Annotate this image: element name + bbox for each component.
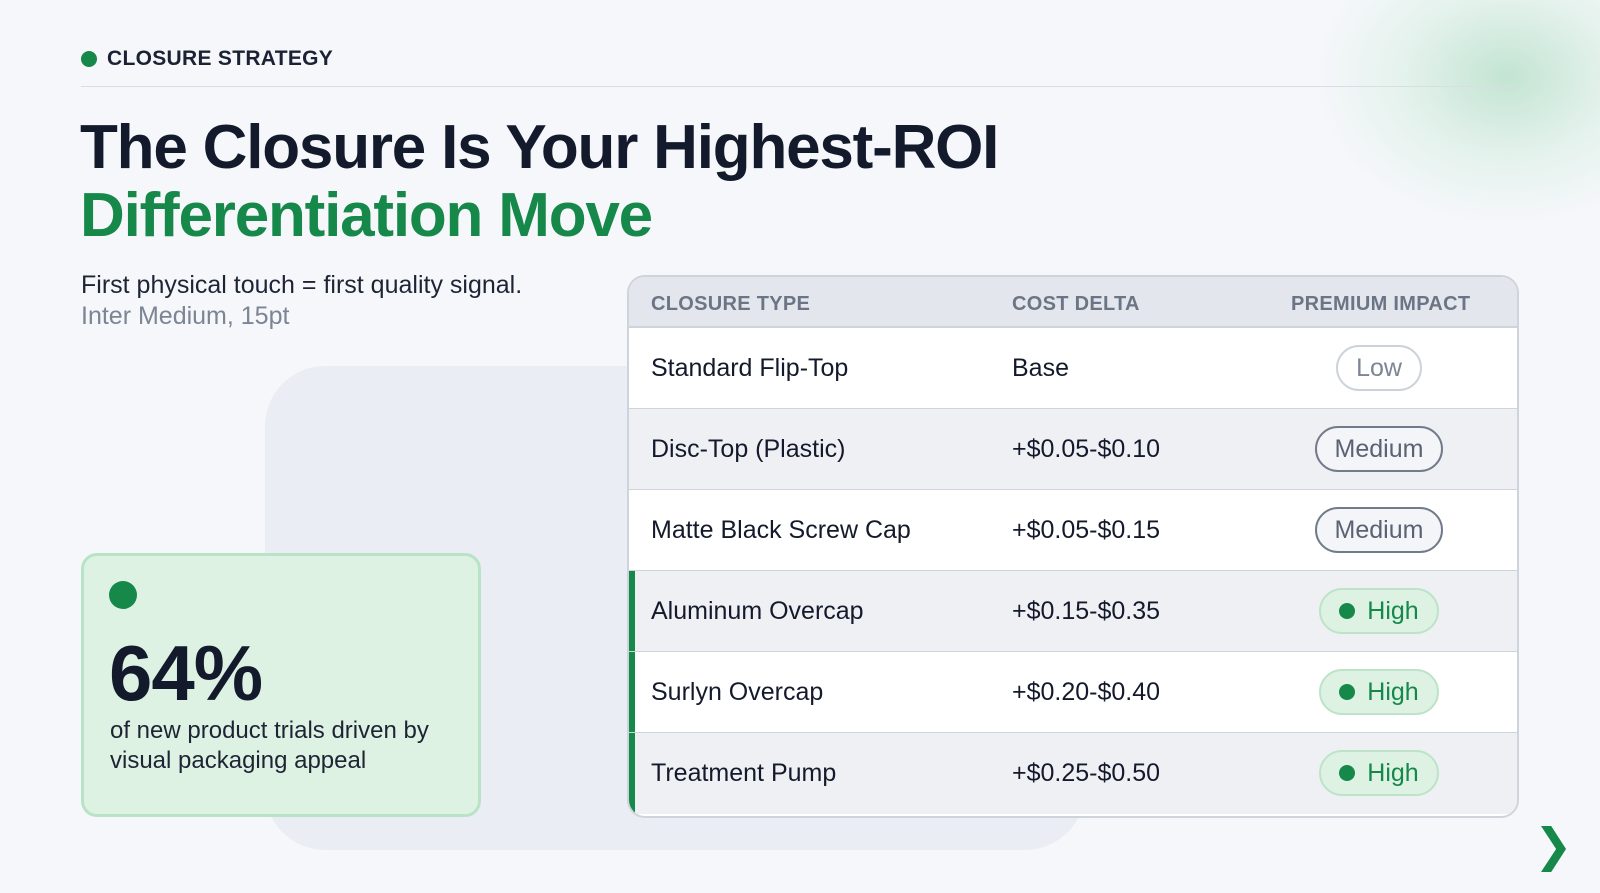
impact-badge: Medium [1314,507,1444,553]
header-closure-type: CLOSURE TYPE [651,293,811,315]
header-divider [81,86,1519,87]
table-header: CLOSURE TYPE COST DELTA PREMIUM IMPACT [629,277,1517,328]
cell-cost-delta: +$0.05-$0.10 [1012,434,1161,463]
slide: CLOSURE STRATEGY The Closure Is Your Hig… [0,0,1600,893]
impact-label: High [1367,596,1419,625]
stat-caption: of new product trials driven by visual p… [110,717,429,774]
page-title: The Closure Is Your Highest-ROI Differen… [80,113,999,250]
cell-cost-delta: Base [1012,353,1069,382]
impact-badge: Low [1336,345,1422,391]
table-row: Aluminum Overcap +$0.15-$0.35 High [629,571,1517,652]
cell-closure-type: Aluminum Overcap [651,596,864,625]
cell-cost-delta: +$0.20-$0.40 [1012,677,1161,706]
high-dot-icon [1339,684,1356,700]
stat-value: 64% [109,629,263,717]
header-cost-delta: COST DELTA [1012,293,1140,315]
impact-badge: High [1319,669,1439,715]
cell-premium-impact: Medium [1279,409,1479,489]
stat-dot-icon [109,581,137,609]
cell-premium-impact: Low [1279,328,1479,408]
cell-premium-impact: Medium [1279,490,1479,570]
chevron-right-icon[interactable]: ❯ [1534,822,1573,868]
impact-label: Medium [1334,434,1424,463]
high-dot-icon [1339,603,1356,619]
impact-label: High [1367,677,1419,706]
eyebrow-label: CLOSURE STRATEGY [107,47,334,70]
cell-cost-delta: +$0.15-$0.35 [1012,596,1161,625]
cell-closure-type: Disc-Top (Plastic) [651,434,846,463]
impact-badge: High [1319,750,1439,796]
table-row: Standard Flip-Top Base Low [629,328,1517,409]
impact-label: Medium [1334,515,1424,544]
table-row: Surlyn Overcap +$0.20-$0.40 High [629,652,1517,733]
table-row: Disc-Top (Plastic) +$0.05-$0.10 Medium [629,409,1517,490]
title-line-2: Differentiation Move [80,181,653,250]
corner-glow [1320,0,1600,220]
cell-closure-type: Treatment Pump [651,758,837,787]
subtitle-line-2: Inter Medium, 15pt [81,302,290,330]
impact-badge: High [1319,588,1439,634]
cell-closure-type: Standard Flip-Top [651,353,849,382]
cell-premium-impact: High [1279,652,1479,732]
cell-premium-impact: High [1279,733,1479,813]
subtitle-line-1: First physical touch = first quality sig… [81,271,523,299]
table-row: Matte Black Screw Cap +$0.05-$0.15 Mediu… [629,490,1517,571]
cell-cost-delta: +$0.25-$0.50 [1012,758,1161,787]
table-row: Treatment Pump +$0.25-$0.50 High [629,733,1517,814]
closure-table: CLOSURE TYPE COST DELTA PREMIUM IMPACT S… [627,275,1519,818]
cell-cost-delta: +$0.05-$0.15 [1012,515,1161,544]
high-dot-icon [1339,765,1356,781]
cell-closure-type: Matte Black Screw Cap [651,515,911,544]
subtitle: First physical touch = first quality sig… [81,270,522,332]
cell-closure-type: Surlyn Overcap [651,677,824,706]
cell-premium-impact: High [1279,571,1479,651]
eyebrow-dot-icon [81,51,97,67]
eyebrow: CLOSURE STRATEGY [81,47,333,71]
impact-label: High [1367,758,1419,787]
impact-label: Low [1356,353,1402,382]
title-line-1: The Closure Is Your Highest-ROI [80,113,999,182]
header-premium-impact: PREMIUM IMPACT [1291,293,1471,315]
impact-badge: Medium [1314,426,1444,472]
stat-card: 64% of new product trials driven by visu… [81,553,481,817]
